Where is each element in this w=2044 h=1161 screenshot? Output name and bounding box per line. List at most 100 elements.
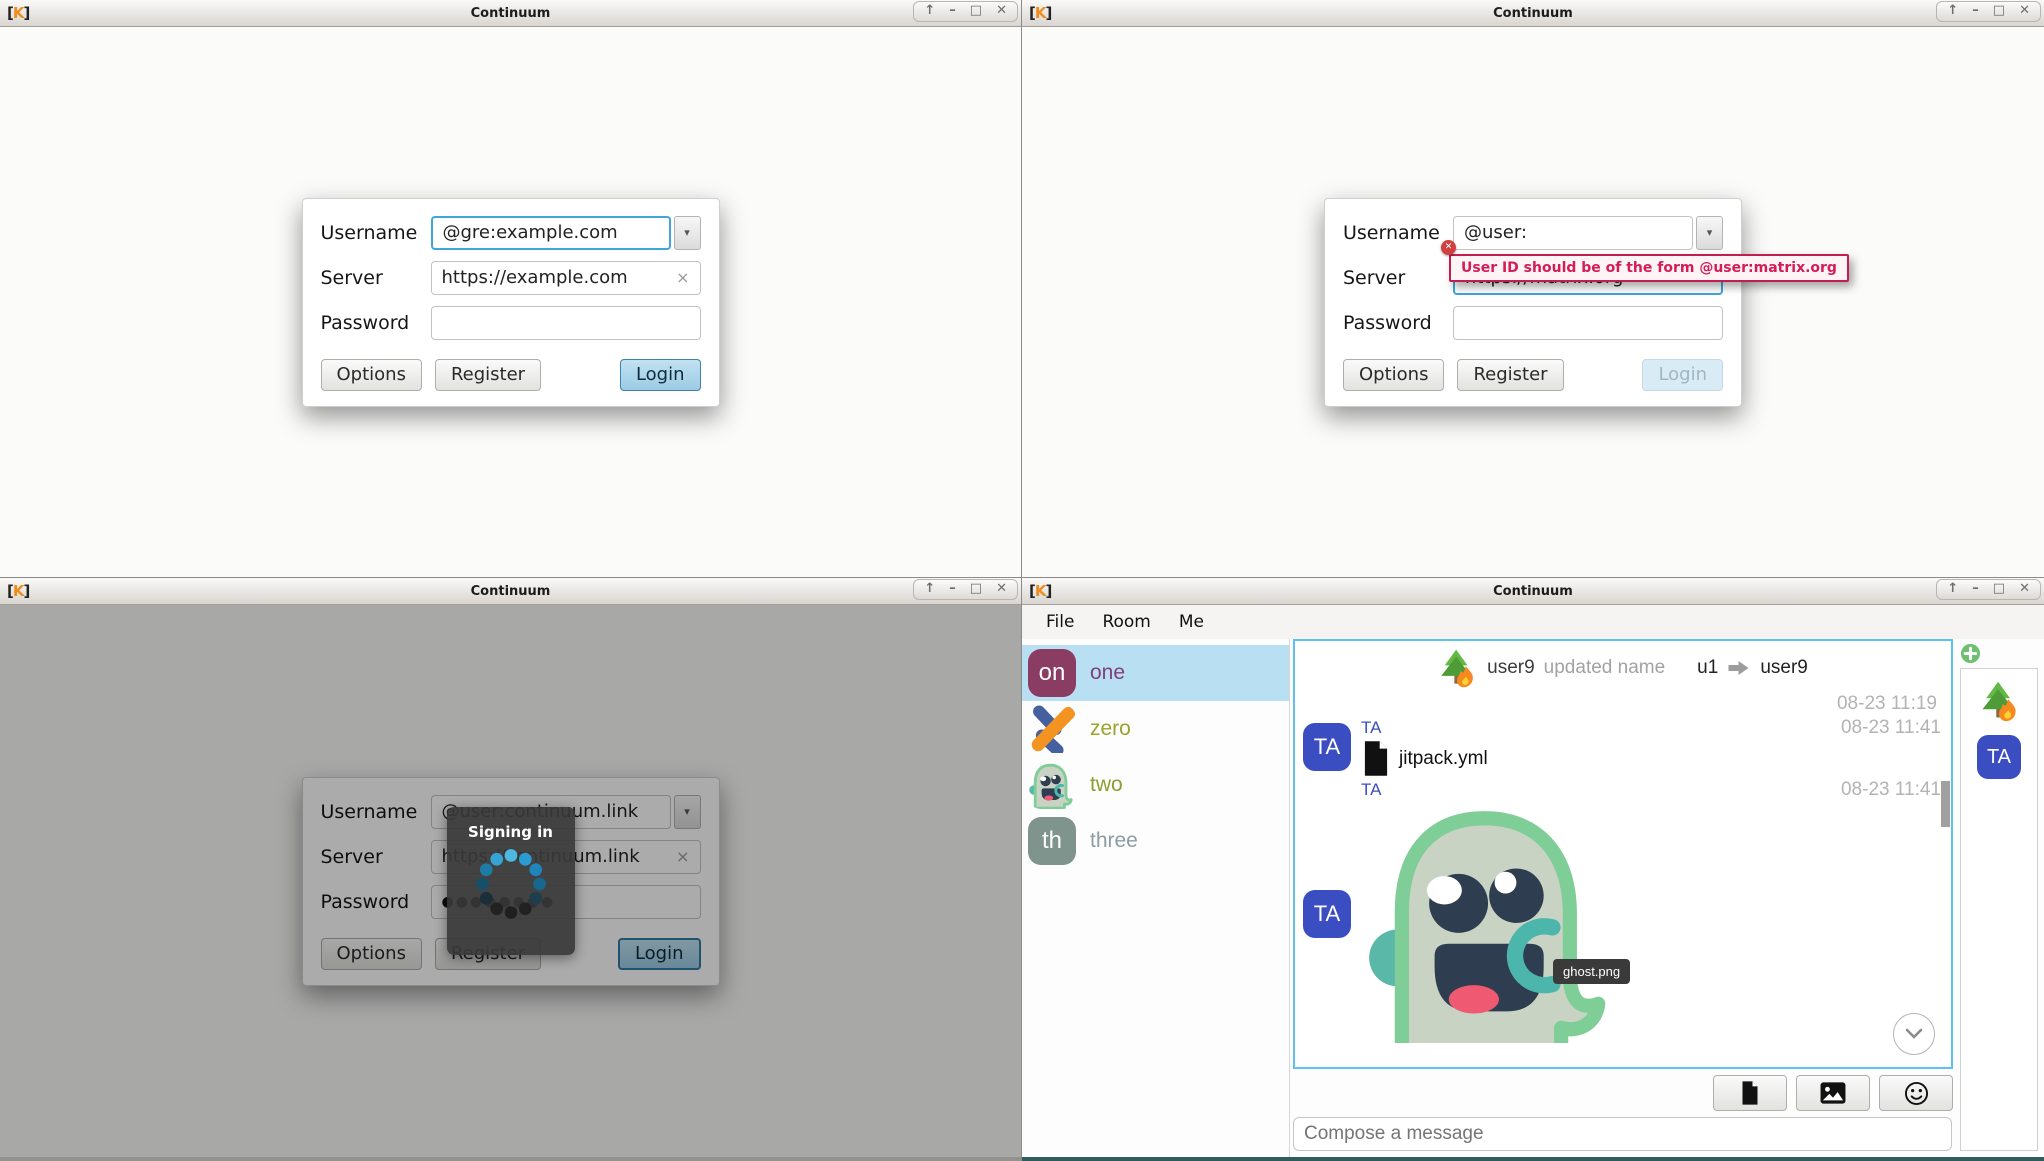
signing-in-popup: Signing in	[447, 807, 575, 955]
shade-icon[interactable]: ↑	[1947, 4, 1958, 18]
attach-image-button[interactable]	[1796, 1075, 1870, 1111]
window-controls: ↑ – □ ✕	[913, 1, 1018, 22]
titlebar[interactable]: [K] Continuum ↑ – □ ✕	[1022, 578, 2044, 605]
register-button[interactable]: Register	[1457, 359, 1563, 391]
sender-avatar: TA	[1303, 723, 1351, 771]
server-input[interactable]: https://example.com×	[431, 261, 701, 295]
room-item-one[interactable]: on one	[1022, 645, 1289, 701]
name-change-event: user9 updated name u1 user9	[1303, 647, 1941, 689]
event-user: user9	[1487, 657, 1535, 679]
caret-down-icon: ▾	[684, 226, 690, 239]
window-controls: ↑ – □ ✕	[1936, 579, 2041, 600]
message-timestamp: 08-23 11:41	[1841, 717, 1941, 739]
menu-me[interactable]: Me	[1167, 608, 1216, 636]
compose-message-input[interactable]	[1293, 1117, 1952, 1151]
window-login-1: [K] Continuum ↑ – □ ✕ Username @gre:exam…	[0, 0, 1022, 578]
maximize-icon[interactable]: □	[1993, 4, 2005, 18]
sender-name: TA	[1361, 780, 1381, 800]
password-input[interactable]	[431, 306, 701, 340]
password-input[interactable]	[1453, 306, 1723, 340]
file-icon	[1740, 1080, 1760, 1106]
image-tooltip: ghost.png	[1553, 959, 1630, 984]
maximize-icon[interactable]: □	[970, 582, 982, 596]
message-area: user9 updated name u1 user9 08-23 11:19 …	[1293, 639, 1953, 1069]
menu-file[interactable]: File	[1034, 608, 1086, 636]
shade-icon[interactable]: ↑	[924, 582, 935, 596]
titlebar[interactable]: [K] Continuum ↑ – □ ✕	[1022, 0, 2044, 27]
username-input[interactable]: @user:	[1453, 216, 1693, 250]
register-button[interactable]: Register	[435, 359, 541, 391]
close-icon[interactable]: ✕	[2019, 4, 2030, 18]
window-login-2: [K] Continuum ↑ – □ ✕ Username @user: ▾	[1022, 0, 2044, 578]
shade-icon[interactable]: ↑	[1947, 582, 1958, 596]
window-login-3: [K] Continuum ↑ – □ ✕ Username @user:con…	[0, 578, 1022, 1161]
maximize-icon[interactable]: □	[1993, 582, 2005, 596]
username-dropdown-button[interactable]: ▾	[1696, 216, 1723, 250]
titlebar[interactable]: [K] Continuum ↑ – □ ✕	[0, 0, 1021, 27]
image-icon	[1819, 1081, 1847, 1105]
minimize-icon[interactable]: –	[1972, 4, 1979, 18]
window-controls: ↑ – □ ✕	[1936, 1, 2041, 22]
options-button[interactable]: Options	[321, 359, 422, 391]
kotlin-k-logo-icon	[1028, 705, 1076, 753]
room-label: one	[1090, 661, 1125, 685]
tree-fire-avatar-icon[interactable]	[1977, 679, 2021, 723]
caret-down-icon: ▾	[1707, 226, 1713, 239]
close-icon[interactable]: ✕	[2019, 582, 2030, 596]
signing-in-label: Signing in	[468, 823, 553, 841]
member-avatar[interactable]: TA	[1977, 735, 2021, 779]
username-combo: @gre:example.com ▾	[431, 216, 701, 250]
signing-in-overlay: Signing in	[0, 605, 1021, 1157]
maximize-icon[interactable]: □	[970, 4, 982, 18]
minimize-icon[interactable]: –	[949, 582, 956, 596]
sender-name: TA	[1361, 718, 1381, 738]
server-label: Server	[1343, 267, 1453, 289]
username-dropdown-button[interactable]: ▾	[674, 216, 701, 250]
shade-icon[interactable]: ↑	[924, 4, 935, 18]
username-combo: @user: ▾	[1453, 216, 1723, 250]
window-title: Continuum	[0, 584, 1021, 599]
arrow-right-icon	[1727, 660, 1751, 676]
clear-icon[interactable]: ×	[676, 268, 689, 287]
tree-fire-avatar-icon	[1436, 647, 1478, 689]
ghost-icon	[1028, 761, 1076, 809]
minimize-icon[interactable]: –	[949, 4, 956, 18]
login-button[interactable]: Login	[620, 359, 701, 391]
server-label: Server	[321, 267, 431, 289]
username-label: Username	[1343, 222, 1453, 244]
message-timestamp: 08-23 11:41	[1841, 779, 1941, 801]
chat-scrollbar-thumb[interactable]	[1941, 781, 1950, 827]
username-input[interactable]: @gre:example.com	[431, 216, 671, 250]
attach-file-button[interactable]	[1713, 1075, 1787, 1111]
password-label: Password	[321, 312, 431, 334]
invite-member-plus-icon[interactable]	[1960, 643, 1981, 664]
room-avatar: th	[1028, 817, 1076, 865]
login-form: Username @user: ▾ Server https://matrix.…	[1324, 198, 1742, 407]
message-file: TA TA 08-23 11:41 jitp	[1303, 717, 1941, 777]
titlebar[interactable]: [K] Continuum ↑ – □ ✕	[0, 578, 1021, 605]
minimize-icon[interactable]: –	[1972, 582, 1979, 596]
room-avatar: on	[1028, 649, 1076, 697]
close-icon[interactable]: ✕	[996, 4, 1007, 18]
spinner-icon	[474, 847, 548, 921]
error-icon: ✕	[1441, 240, 1456, 255]
chat-main: on one zero	[1022, 639, 2044, 1157]
close-icon[interactable]: ✕	[996, 582, 1007, 596]
room-item-two[interactable]: two	[1022, 757, 1289, 813]
login-content: Username @user: ▾ Server https://matrix.…	[1022, 27, 2044, 577]
scroll-to-bottom-button[interactable]	[1893, 1013, 1935, 1055]
attachment-toolbar	[1293, 1069, 1953, 1117]
menu-room[interactable]: Room	[1090, 608, 1162, 636]
event-new-name: user9	[1760, 657, 1808, 679]
password-label: Password	[1343, 312, 1453, 334]
room-item-three[interactable]: th three	[1022, 813, 1289, 869]
file-attachment[interactable]: jitpack.yml	[1361, 740, 1941, 777]
window-title: Continuum	[1022, 6, 2044, 21]
desktop: [K] Continuum ↑ – □ ✕ Username @gre:exam…	[0, 0, 2044, 1161]
emoji-button[interactable]	[1879, 1075, 1953, 1111]
room-label: three	[1090, 829, 1138, 853]
event-old-name: u1	[1697, 657, 1718, 679]
room-item-zero[interactable]: zero	[1022, 701, 1289, 757]
options-button[interactable]: Options	[1343, 359, 1444, 391]
image-attachment[interactable]	[1361, 803, 1941, 1048]
